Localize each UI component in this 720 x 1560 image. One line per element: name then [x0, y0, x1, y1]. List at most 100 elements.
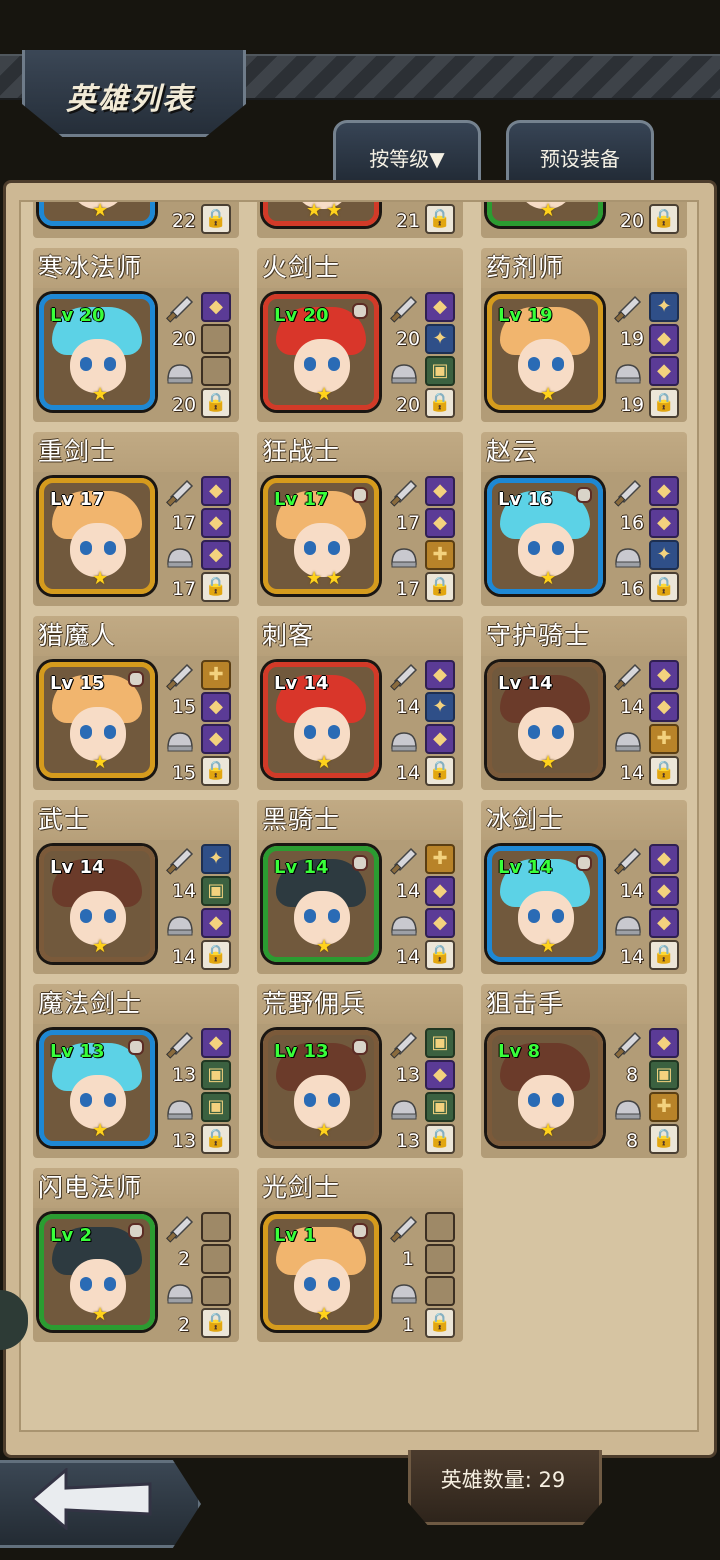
hero-card[interactable]: ★2222◆🔒 [33, 200, 239, 238]
hero-card[interactable]: ★2020◆◆🔒 [481, 202, 687, 238]
hero-portrait[interactable]: Lv 16 ★ [487, 478, 603, 594]
hero-portrait[interactable]: Lv 15 ★ [39, 662, 155, 778]
equipment-slot[interactable]: ◆ [201, 508, 231, 538]
locked-slot-lock-icon[interactable]: 🔒 [649, 388, 679, 418]
equipment-slot[interactable]: ✦ [201, 844, 231, 874]
equipment-slot[interactable]: ✦ [649, 540, 679, 570]
equipment-slot[interactable]: ◆ [201, 908, 231, 938]
equipment-slot[interactable]: ◆ [201, 476, 231, 506]
hero-portrait[interactable]: ★ [487, 202, 603, 226]
equipment-slot[interactable]: ◆ [649, 692, 679, 722]
hero-card[interactable]: 赵云 Lv 16 ★ 16 16 ◆ ◆ ✦ 🔒 [481, 432, 687, 606]
hero-portrait[interactable]: Lv 17 ★ ★ [263, 478, 379, 594]
hero-grid-scroll[interactable]: ★2222◆🔒★★2121✚✦🔒★2020◆◆🔒寒冰法师Lv 20★2020◆🔒… [19, 200, 699, 1432]
hero-card[interactable]: 重剑士 Lv 17 ★ 17 17 ◆ ◆ ◆ 🔒 [33, 432, 239, 606]
locked-slot-lock-icon[interactable]: 🔒 [425, 204, 455, 234]
equipment-slot[interactable]: ✚ [425, 844, 455, 874]
equipment-slot[interactable]: ▣ [649, 1060, 679, 1090]
hero-portrait[interactable]: Lv 8 ★ [487, 1030, 603, 1146]
hero-portrait[interactable]: ★ [39, 202, 155, 226]
locked-slot-lock-icon[interactable]: 🔒 [649, 1124, 679, 1154]
equipment-slot[interactable]: ◆ [425, 292, 455, 322]
locked-slot-lock-icon[interactable]: 🔒 [201, 940, 231, 970]
locked-slot-lock-icon[interactable]: 🔒 [425, 1124, 455, 1154]
equipment-slot[interactable]: ◆ [649, 844, 679, 874]
hero-card[interactable]: 猎魔人 Lv 15 ★ 15 15 ✚ ◆ ◆ 🔒 [33, 616, 239, 790]
equipment-slot[interactable]: ◆ [649, 476, 679, 506]
hero-card[interactable]: 黑骑士 Lv 14 ★ 14 14 ✚ ◆ ◆ 🔒 [257, 800, 463, 974]
equipment-slot[interactable]: ◆ [649, 508, 679, 538]
equipment-slot[interactable]: ✦ [425, 324, 455, 354]
hero-card[interactable]: ★★2121✚✦🔒 [257, 200, 463, 238]
equipment-slot[interactable] [201, 1244, 231, 1274]
equipment-slot[interactable]: ▣ [201, 1060, 231, 1090]
hero-portrait[interactable]: Lv 14 ★ [39, 846, 155, 962]
hero-card[interactable]: 狂战士 Lv 17 ★ ★ 17 17 ◆ ◆ ✚ 🔒 [257, 432, 463, 606]
hero-card[interactable]: 武士 Lv 14 ★ 14 14 ✦ ▣ ◆ 🔒 [33, 800, 239, 974]
equipment-slot[interactable]: ◆ [425, 724, 455, 754]
equipment-slot[interactable] [201, 200, 231, 202]
equipment-slot[interactable] [201, 356, 231, 386]
hero-card[interactable]: 闪电法师 Lv 2 ★ 2 2 🔒 [33, 1168, 239, 1342]
hero-portrait[interactable]: Lv 14 ★ [487, 662, 603, 778]
locked-slot-lock-icon[interactable]: 🔒 [425, 756, 455, 786]
locked-slot-lock-icon[interactable]: 🔒 [425, 388, 455, 418]
equipment-slot[interactable]: ◆ [649, 1028, 679, 1058]
locked-slot-lock-icon[interactable]: 🔒 [201, 388, 231, 418]
equipment-slot[interactable] [201, 1276, 231, 1306]
equipment-slot[interactable]: ▣ [201, 1092, 231, 1122]
hero-portrait[interactable]: Lv 14 ★ [263, 662, 379, 778]
hero-card[interactable]: 狙击手 Lv 8 ★ 8 8 ◆ ▣ ✚ 🔒 [481, 984, 687, 1158]
sort-by-level-button[interactable]: 按等级▼ [333, 120, 481, 182]
equipment-slot[interactable] [425, 1244, 455, 1274]
equipment-slot[interactable] [425, 200, 455, 202]
hero-portrait[interactable]: Lv 13 ★ [39, 1030, 155, 1146]
hero-card[interactable]: 刺客 Lv 14 ★ 14 14 ◆ ✦ ◆ 🔒 [257, 616, 463, 790]
hero-card[interactable]: 魔法剑士 Lv 13 ★ 13 13 ◆ ▣ ▣ 🔒 [33, 984, 239, 1158]
equipment-slot[interactable]: ✦ [425, 692, 455, 722]
equipment-slot[interactable]: ◆ [425, 508, 455, 538]
hero-portrait[interactable]: ★ ★ [263, 202, 379, 226]
locked-slot-lock-icon[interactable]: 🔒 [649, 940, 679, 970]
hero-card[interactable]: 守护骑士 Lv 14 ★ 14 14 ◆ ◆ ✚ 🔒 [481, 616, 687, 790]
hero-card[interactable]: 光剑士 Lv 1 ★ 1 1 🔒 [257, 1168, 463, 1342]
hero-portrait[interactable]: Lv 1 ★ [263, 1214, 379, 1330]
equipment-slot[interactable]: ◆ [425, 660, 455, 690]
equipment-slot[interactable]: ▣ [425, 1028, 455, 1058]
locked-slot-lock-icon[interactable]: 🔒 [201, 756, 231, 786]
hero-portrait[interactable]: Lv 13 ★ [263, 1030, 379, 1146]
equipment-slot[interactable]: ✚ [649, 724, 679, 754]
equipment-slot[interactable]: ✚ [425, 540, 455, 570]
equipment-slot[interactable]: ◆ [425, 476, 455, 506]
hero-card[interactable]: 药剂师 Lv 19 ★ 19 19 ✦ ◆ ◆ 🔒 [481, 248, 687, 422]
equipment-slot[interactable]: ◆ [201, 540, 231, 570]
equipment-slot[interactable] [425, 1276, 455, 1306]
equipment-slot[interactable]: ◆ [425, 1060, 455, 1090]
hero-portrait[interactable]: Lv 19 ★ [487, 294, 603, 410]
equipment-slot[interactable]: ◆ [425, 908, 455, 938]
locked-slot-lock-icon[interactable]: 🔒 [201, 1124, 231, 1154]
locked-slot-lock-icon[interactable]: 🔒 [201, 204, 231, 234]
preset-equipment-button[interactable]: 预设装备 [506, 120, 654, 182]
locked-slot-lock-icon[interactable]: 🔒 [425, 1308, 455, 1338]
equipment-slot[interactable]: ◆ [649, 660, 679, 690]
equipment-slot[interactable]: ◆ [649, 324, 679, 354]
hero-portrait[interactable]: Lv 14 ★ [487, 846, 603, 962]
hero-portrait[interactable]: Lv 17 ★ [39, 478, 155, 594]
equipment-slot[interactable]: ◆ [201, 692, 231, 722]
equipment-slot[interactable]: ◆ [649, 908, 679, 938]
equipment-slot[interactable]: ◆ [201, 724, 231, 754]
equipment-slot[interactable]: ◆ [649, 876, 679, 906]
equipment-slot[interactable]: ◆ [201, 1028, 231, 1058]
locked-slot-lock-icon[interactable]: 🔒 [425, 572, 455, 602]
equipment-slot[interactable]: ✦ [649, 292, 679, 322]
locked-slot-lock-icon[interactable]: 🔒 [201, 572, 231, 602]
locked-slot-lock-icon[interactable]: 🔒 [649, 756, 679, 786]
equipment-slot[interactable]: ✚ [201, 660, 231, 690]
equipment-slot[interactable] [201, 324, 231, 354]
hero-portrait[interactable]: Lv 20 ★ [39, 294, 155, 410]
hero-card[interactable]: 冰剑士 Lv 14 ★ 14 14 ◆ ◆ ◆ 🔒 [481, 800, 687, 974]
equipment-slot[interactable]: ▣ [425, 356, 455, 386]
equipment-slot[interactable] [201, 1212, 231, 1242]
hero-portrait[interactable]: Lv 20 ★ [263, 294, 379, 410]
